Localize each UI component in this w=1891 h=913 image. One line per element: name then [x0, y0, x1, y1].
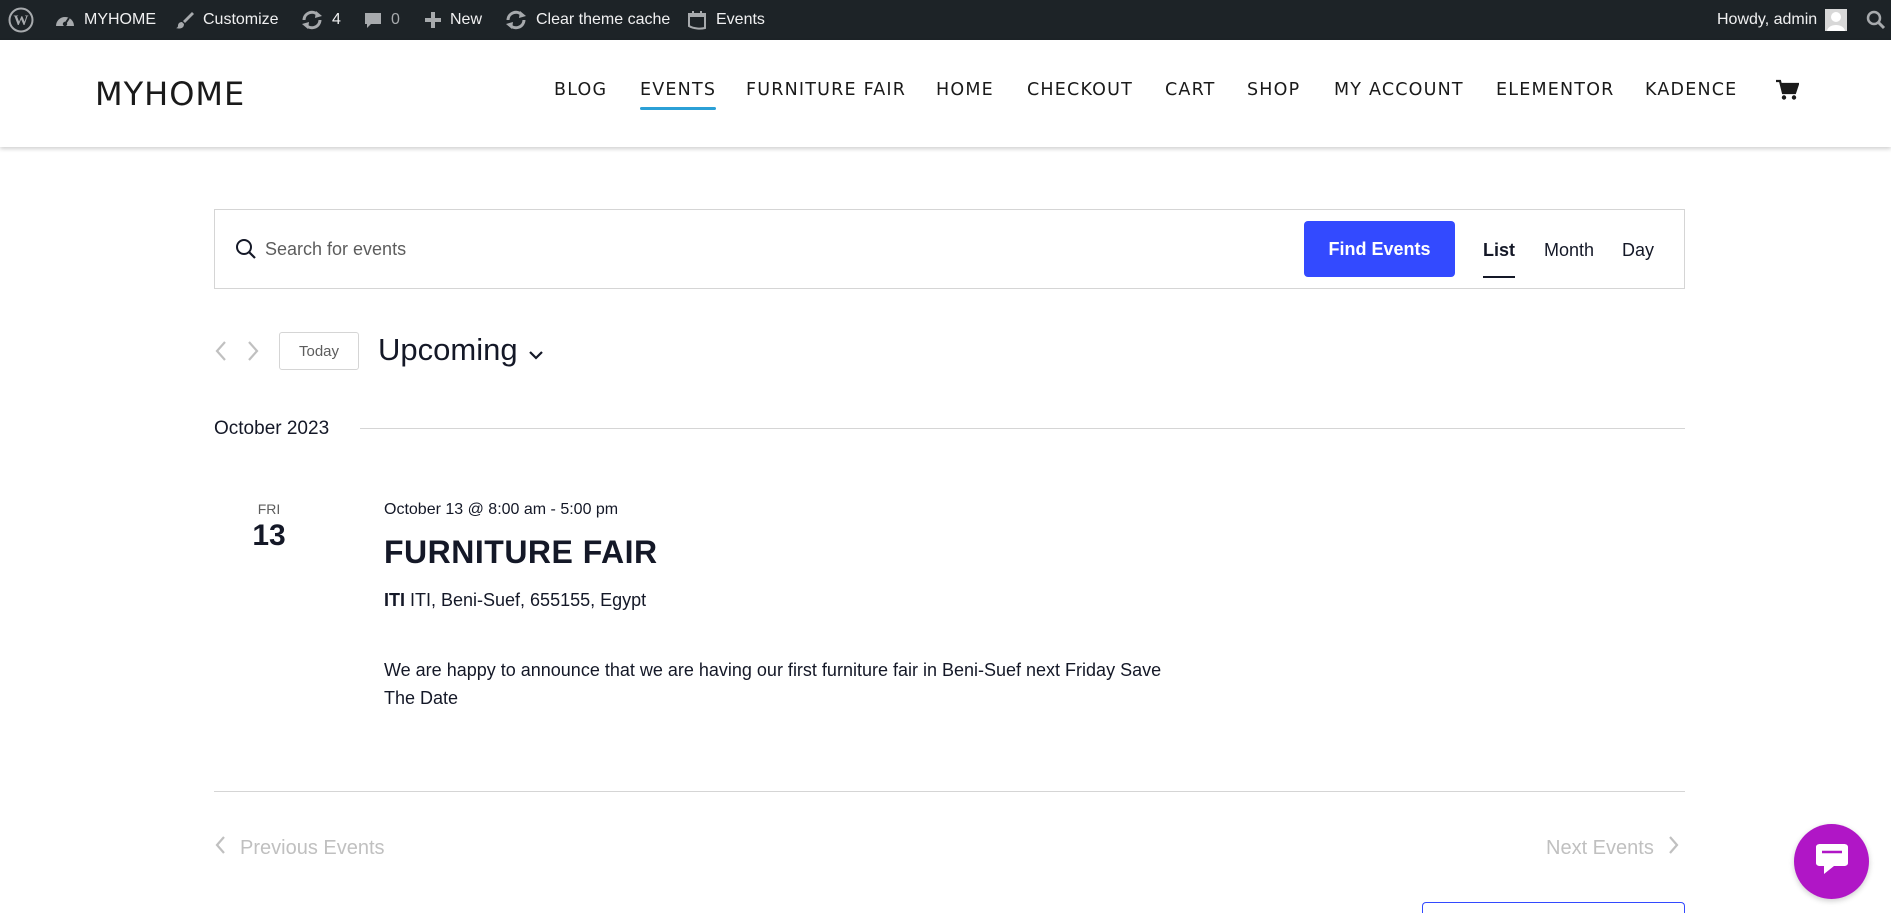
dashboard-icon	[54, 10, 76, 30]
find-events-button[interactable]: Find Events	[1304, 221, 1455, 277]
search-input[interactable]	[265, 230, 1065, 268]
event-venue-address: ITI, Beni-Suef, 655155, Egypt	[410, 590, 647, 610]
comments-count: 0	[391, 11, 400, 28]
tab-day[interactable]: Day	[1622, 240, 1654, 261]
event-venue: ITI ITI, Beni-Suef, 655155, Egypt	[384, 590, 646, 611]
clear-cache-label: Clear theme cache	[536, 11, 671, 28]
event-day-of-week: FRI	[257, 501, 281, 517]
updates-count: 4	[332, 11, 341, 28]
chevron-right-icon	[1668, 835, 1680, 861]
nav-item-events[interactable]: EVENTS	[640, 80, 717, 110]
site-header: MYHOME BLOG EVENTS FURNITURE FAIR HOME C…	[0, 40, 1891, 147]
tab-month[interactable]: Month	[1544, 240, 1594, 261]
nav-item-cart[interactable]: CART	[1165, 80, 1216, 100]
tab-list[interactable]: List	[1483, 240, 1516, 278]
svg-text:W: W	[14, 13, 29, 29]
next-arrow-icon[interactable]	[246, 340, 260, 367]
admin-search-button[interactable]	[1866, 0, 1886, 40]
calendar-icon	[686, 9, 708, 31]
updates-link[interactable]: 4	[300, 0, 341, 40]
chevron-left-icon	[214, 835, 226, 861]
nav-item-my-account[interactable]: MY ACCOUNT	[1334, 80, 1464, 100]
next-events-label: Next Events	[1546, 836, 1654, 859]
prev-arrow-icon[interactable]	[214, 340, 228, 367]
refresh-icon	[504, 10, 528, 30]
nav-item-shop[interactable]: SHOP	[1247, 80, 1300, 100]
howdy-label: Howdy, admin	[1717, 11, 1818, 28]
site-title[interactable]: MYHOME	[95, 75, 245, 113]
search-icon	[1866, 10, 1886, 30]
clear-cache-link[interactable]: Clear theme cache	[504, 0, 670, 40]
wordpress-logo-icon: W	[8, 7, 34, 33]
updates-icon	[300, 10, 324, 30]
chat-widget-button[interactable]	[1794, 824, 1869, 899]
search-icon	[235, 238, 257, 265]
nav-item-home[interactable]: HOME	[936, 80, 994, 100]
chat-icon	[1812, 841, 1852, 882]
chevron-down-icon	[528, 332, 544, 368]
month-separator-line	[360, 428, 1685, 429]
nav-item-furniture-fair[interactable]: FURNITURE FAIR	[746, 80, 906, 100]
event-day-number: 13	[252, 519, 286, 552]
avatar	[1825, 9, 1848, 31]
site-name-label: MYHOME	[84, 11, 156, 28]
customize-link[interactable]: Customize	[175, 0, 279, 40]
cart-icon[interactable]	[1775, 79, 1800, 106]
new-label: New	[450, 11, 483, 28]
events-search-bar: Find Events List Month Day	[214, 209, 1685, 289]
nav-item-checkout[interactable]: CHECKOUT	[1027, 80, 1133, 100]
list-divider	[214, 791, 1685, 792]
comments-link[interactable]: 0	[363, 0, 400, 40]
events-admin-label: Events	[716, 11, 765, 28]
event-venue-name: ITI	[384, 590, 405, 610]
event-title-link[interactable]: FURNITURE FAIR	[384, 534, 658, 571]
previous-events-label: Previous Events	[240, 836, 385, 859]
admin-bar: W MYHOME Customize 4 0 New Clear theme c…	[0, 0, 1891, 40]
nav-item-kadence[interactable]: KADENCE	[1645, 80, 1737, 100]
month-separator-label: October 2023	[214, 418, 330, 439]
today-button[interactable]: Today	[279, 332, 359, 370]
previous-events-link[interactable]: Previous Events	[214, 835, 385, 861]
export-events-button[interactable]	[1422, 902, 1685, 913]
event-datetime: October 13 @ 8:00 am - 5:00 pm	[384, 501, 619, 518]
events-admin-link[interactable]: Events	[686, 0, 765, 40]
my-account-menu[interactable]: Howdy, admin	[1717, 0, 1848, 40]
event-description: We are happy to announce that we are hav…	[384, 660, 1162, 708]
upcoming-label: Upcoming	[378, 332, 518, 367]
plus-icon	[424, 11, 442, 29]
paintbrush-icon	[175, 10, 195, 30]
wordpress-logo-button[interactable]: W	[8, 0, 34, 40]
upcoming-dropdown[interactable]: Upcoming	[378, 332, 544, 368]
nav-item-blog[interactable]: BLOG	[554, 80, 607, 100]
nav-item-elementor[interactable]: ELEMENTOR	[1496, 80, 1615, 100]
new-content-menu[interactable]: New	[424, 0, 482, 40]
site-name-menu[interactable]: MYHOME	[54, 0, 156, 40]
comment-icon	[363, 10, 383, 30]
customize-label: Customize	[203, 11, 279, 28]
next-events-link[interactable]: Next Events	[1546, 835, 1680, 861]
